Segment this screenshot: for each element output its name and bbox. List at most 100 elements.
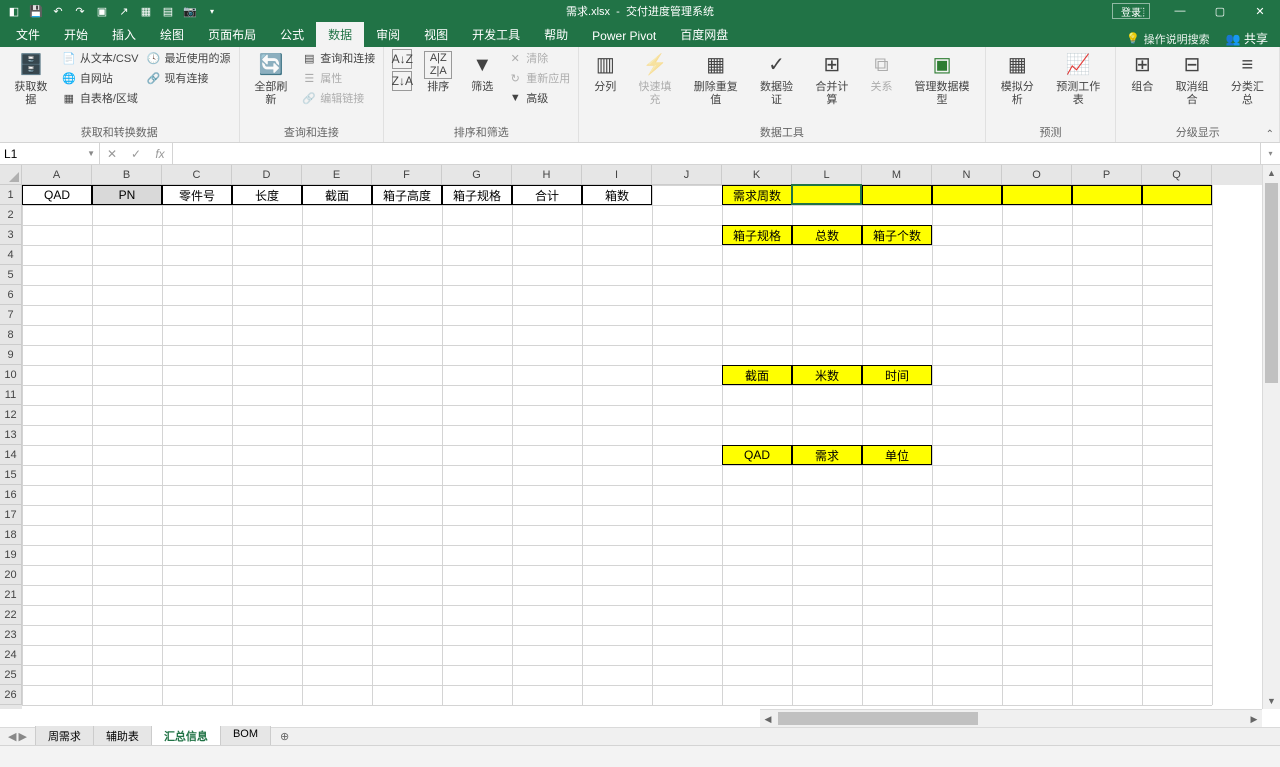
- column-header-D[interactable]: D: [232, 165, 302, 185]
- enter-formula-icon[interactable]: ✓: [124, 147, 148, 161]
- share-button[interactable]: 👥 共享: [1226, 30, 1268, 47]
- row-header-21[interactable]: 21: [0, 585, 22, 605]
- sort-button[interactable]: A|ZZ|A排序: [418, 49, 458, 96]
- tab-power-pivot[interactable]: Power Pivot: [580, 25, 668, 47]
- ungroup-button[interactable]: ⊟取消组合: [1166, 49, 1217, 109]
- tab-insert[interactable]: 插入: [100, 22, 148, 47]
- cell-F1[interactable]: 箱子高度: [372, 185, 442, 205]
- from-table-button[interactable]: ▦自表格/区域: [60, 89, 141, 107]
- tab-data[interactable]: 数据: [316, 22, 364, 47]
- cell-B1[interactable]: PN: [92, 185, 162, 205]
- cell-L10[interactable]: 米数: [792, 365, 862, 385]
- remove-duplicates-button[interactable]: ▦删除重复值: [685, 49, 747, 109]
- clear-button[interactable]: ✕清除: [506, 49, 572, 67]
- undo-icon[interactable]: ↶: [50, 3, 66, 19]
- row-header-23[interactable]: 23: [0, 625, 22, 645]
- column-header-G[interactable]: G: [442, 165, 512, 185]
- from-text-csv-button[interactable]: 📄从文本/CSV: [60, 49, 141, 67]
- collapse-ribbon-icon[interactable]: ⌃: [1266, 129, 1274, 140]
- relationships-button[interactable]: ⧉关系: [862, 49, 902, 96]
- qat-more-icon[interactable]: ▾: [204, 3, 220, 19]
- scroll-right-icon[interactable]: ▶: [1246, 710, 1262, 727]
- row-header-25[interactable]: 25: [0, 665, 22, 685]
- column-header-E[interactable]: E: [302, 165, 372, 185]
- camera-icon[interactable]: 📷: [182, 3, 198, 19]
- tab-file[interactable]: 文件: [4, 22, 52, 47]
- row-header-11[interactable]: 11: [0, 385, 22, 405]
- subtotal-button[interactable]: ≡分类汇总: [1222, 49, 1273, 109]
- add-sheet-button[interactable]: ⊕: [270, 730, 299, 743]
- row-header-19[interactable]: 19: [0, 545, 22, 565]
- cells[interactable]: QADPN零件号长度截面箱子高度箱子规格合计箱数需求周数箱子规格总数箱子个数截面…: [22, 185, 1262, 709]
- redo-icon[interactable]: ↷: [72, 3, 88, 19]
- sort-za-button[interactable]: Z↓A: [390, 71, 414, 91]
- column-header-M[interactable]: M: [862, 165, 932, 185]
- row-header-16[interactable]: 16: [0, 485, 22, 505]
- cell-N1[interactable]: [932, 185, 1002, 205]
- row-header-12[interactable]: 12: [0, 405, 22, 425]
- tab-draw[interactable]: 绘图: [148, 22, 196, 47]
- manage-data-model-button[interactable]: ▣管理数据模型: [906, 49, 979, 109]
- qat-icon[interactable]: ▣: [94, 3, 110, 19]
- column-header-N[interactable]: N: [932, 165, 1002, 185]
- qat-icon[interactable]: ▦: [138, 3, 154, 19]
- row-header-2[interactable]: 2: [0, 205, 22, 225]
- sheet-tab-1[interactable]: 周需求: [35, 726, 94, 747]
- cell-M1[interactable]: [862, 185, 932, 205]
- tab-help[interactable]: 帮助: [532, 22, 580, 47]
- from-web-button[interactable]: 🌐自网站: [60, 69, 141, 87]
- qat-icon[interactable]: ▤: [160, 3, 176, 19]
- cell-P1[interactable]: [1072, 185, 1142, 205]
- row-header-3[interactable]: 3: [0, 225, 22, 245]
- text-to-columns-button[interactable]: ▥分列: [585, 49, 625, 96]
- cell-H1[interactable]: 合计: [512, 185, 582, 205]
- cell-G1[interactable]: 箱子规格: [442, 185, 512, 205]
- column-header-F[interactable]: F: [372, 165, 442, 185]
- tell-me-search[interactable]: 💡 操作说明搜索: [1126, 31, 1210, 47]
- scroll-up-icon[interactable]: ▲: [1263, 165, 1280, 181]
- tab-review[interactable]: 审阅: [364, 22, 412, 47]
- sheet-nav-prev-icon[interactable]: ◀: [8, 730, 16, 743]
- tab-developer[interactable]: 开发工具: [460, 22, 532, 47]
- data-validation-button[interactable]: ✓数据验证: [751, 49, 802, 109]
- row-header-7[interactable]: 7: [0, 305, 22, 325]
- row-header-22[interactable]: 22: [0, 605, 22, 625]
- row-header-17[interactable]: 17: [0, 505, 22, 525]
- qat-icon[interactable]: ↗: [116, 3, 132, 19]
- refresh-all-button[interactable]: 🔄 全部刷新: [246, 49, 297, 109]
- column-header-Q[interactable]: Q: [1142, 165, 1212, 185]
- cell-E1[interactable]: 截面: [302, 185, 372, 205]
- vertical-scrollbar[interactable]: ▲ ▼: [1262, 165, 1280, 709]
- cell-K10[interactable]: 截面: [722, 365, 792, 385]
- row-header-13[interactable]: 13: [0, 425, 22, 445]
- column-header-I[interactable]: I: [582, 165, 652, 185]
- cell-L1[interactable]: [792, 185, 862, 205]
- column-header-A[interactable]: A: [22, 165, 92, 185]
- cell-K1[interactable]: 需求周数: [722, 185, 792, 205]
- column-header-B[interactable]: B: [92, 165, 162, 185]
- horizontal-scrollbar[interactable]: ◀ ▶: [760, 709, 1262, 727]
- row-header-4[interactable]: 4: [0, 245, 22, 265]
- cell-M14[interactable]: 单位: [862, 445, 932, 465]
- sort-az-button[interactable]: A↓Z: [390, 49, 414, 69]
- column-header-O[interactable]: O: [1002, 165, 1072, 185]
- group-button[interactable]: ⊞组合: [1122, 49, 1162, 96]
- row-header-20[interactable]: 20: [0, 565, 22, 585]
- row-header-24[interactable]: 24: [0, 645, 22, 665]
- save-icon[interactable]: 💾: [28, 3, 44, 19]
- cell-O1[interactable]: [1002, 185, 1072, 205]
- ribbon-display-icon[interactable]: ⬚: [1120, 0, 1160, 22]
- row-header-10[interactable]: 10: [0, 365, 22, 385]
- tab-formulas[interactable]: 公式: [268, 22, 316, 47]
- column-header-L[interactable]: L: [792, 165, 862, 185]
- row-header-9[interactable]: 9: [0, 345, 22, 365]
- cell-M3[interactable]: 箱子个数: [862, 225, 932, 245]
- consolidate-button[interactable]: ⊞合并计算: [806, 49, 857, 109]
- cell-M10[interactable]: 时间: [862, 365, 932, 385]
- row-header-1[interactable]: 1: [0, 185, 22, 205]
- maximize-icon[interactable]: ▢: [1200, 0, 1240, 22]
- tab-baidu[interactable]: 百度网盘: [668, 22, 740, 47]
- row-header-18[interactable]: 18: [0, 525, 22, 545]
- sheet-tab-4[interactable]: BOM: [220, 726, 271, 747]
- cell-D1[interactable]: 长度: [232, 185, 302, 205]
